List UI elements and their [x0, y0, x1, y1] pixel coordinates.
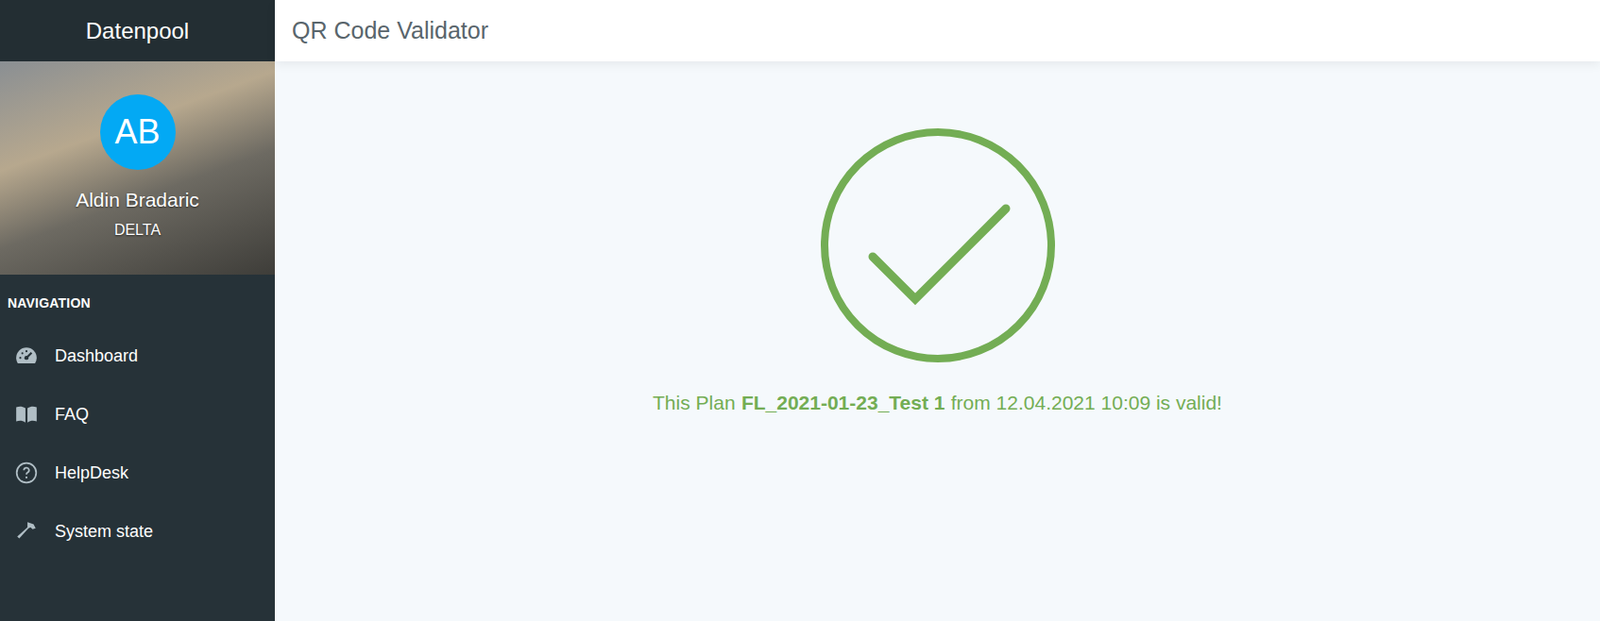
sidebar-item-label: System state: [54, 519, 154, 545]
result-panel: This PlanFL_2021-01-23_Test 1from 12.04.…: [274, 61, 1600, 419]
sidebar-item-label: HelpDesk: [54, 460, 129, 487]
user-avatar[interactable]: AB: [100, 94, 176, 171]
main-panel: QR Code Validator This PlanFL_2021-01-23_…: [274, 0, 1600, 621]
user-name: Aldin Bradaric: [75, 185, 200, 216]
brand-title: Datenpool: [0, 0, 275, 62]
sidebar-item[interactable]: Dashboard: [0, 326, 275, 386]
sidebar-item[interactable]: HelpDesk: [0, 443, 275, 503]
sidebar-item-label: Dashboard: [54, 343, 138, 370]
nav-heading: NAVIGATION: [0, 274, 275, 327]
user-company: DELTA: [114, 219, 161, 242]
profile-panel: AB Aldin Bradaric DELTA: [0, 61, 275, 275]
plan-name: FL_2021-01-23_Test 1: [741, 391, 946, 414]
sidebar: Datenpool AB Aldin Bradaric DELTA NAVIGATION…: [0, 0, 275, 621]
check-icon: [819, 127, 1056, 364]
sidebar-item-label: FAQ: [54, 402, 89, 428]
sidebar-item[interactable]: FAQ: [0, 385, 275, 444]
page-title: QR Code Validator: [291, 13, 489, 50]
top-bar: QR Code Validator: [274, 0, 1600, 62]
hammer-icon: [13, 518, 40, 545]
result-message: This PlanFL_2021-01-23_Test 1from 12.04.…: [652, 388, 1223, 419]
message-prefix: This Plan: [652, 391, 736, 414]
message-suffix: from 12.04.2021 10:09 is valid!: [951, 391, 1223, 414]
help-icon: [13, 459, 40, 487]
dashboard-icon: [13, 342, 40, 370]
book-icon: [13, 401, 40, 428]
sidebar-item[interactable]: System state: [0, 502, 275, 562]
